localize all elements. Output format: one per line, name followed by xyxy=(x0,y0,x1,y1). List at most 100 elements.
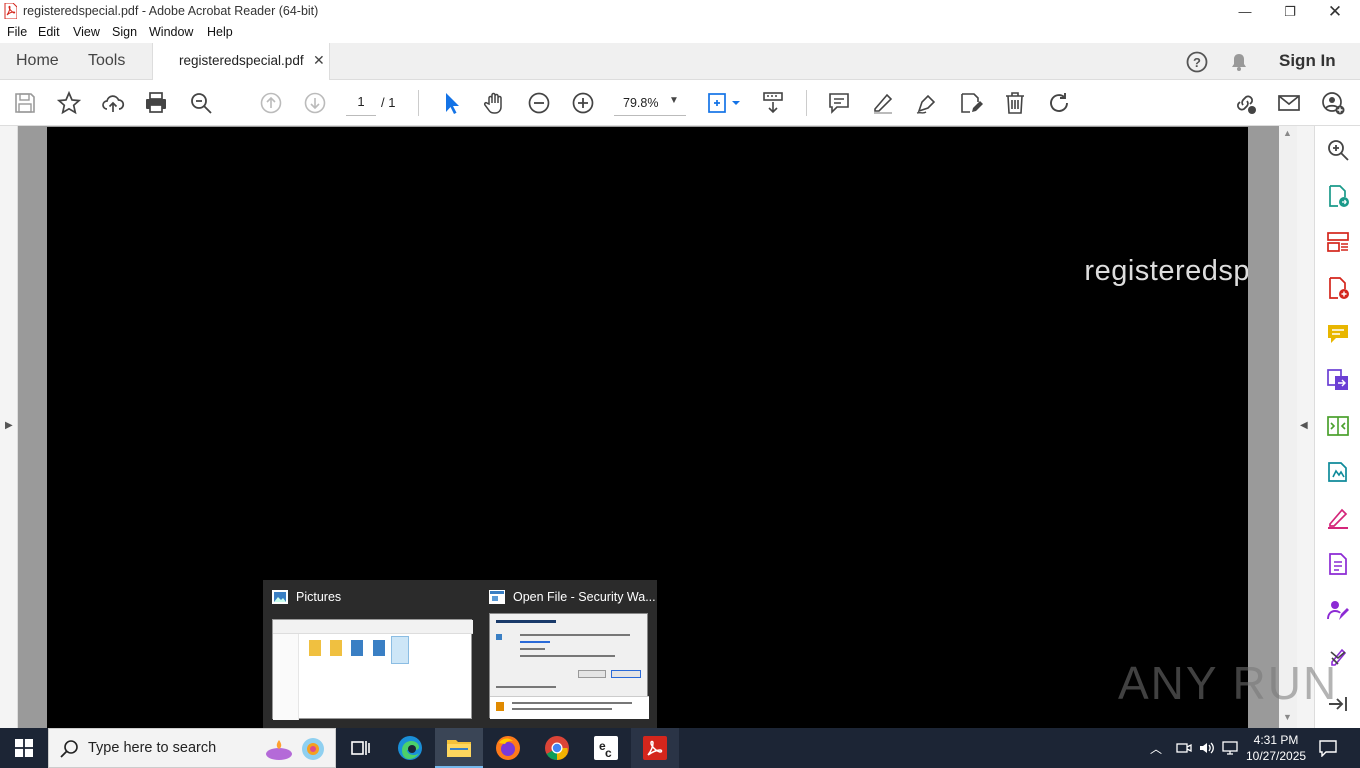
organize-pages-icon[interactable] xyxy=(1326,230,1350,254)
fill-sign-icon[interactable] xyxy=(1326,506,1350,530)
network-icon[interactable] xyxy=(1222,740,1240,756)
scroll-down-icon[interactable]: ▼ xyxy=(1283,712,1292,722)
tab-close-icon[interactable]: ✕ xyxy=(313,52,325,69)
tools-pane xyxy=(1314,126,1360,728)
tab-document[interactable]: registeredspecial.pdf ✕ xyxy=(152,43,330,80)
tab-home[interactable]: Home xyxy=(16,43,59,80)
edit-text-icon[interactable] xyxy=(958,90,984,116)
save-icon[interactable] xyxy=(12,90,38,116)
preview-title-security-warning: Open File - Security Wa... xyxy=(513,590,656,604)
tab-document-label: registeredspecial.pdf xyxy=(179,53,304,68)
expand-left-panel-icon[interactable]: ▶ xyxy=(5,420,13,431)
tab-bar: Home Tools registeredspecial.pdf ✕ ? Sig… xyxy=(0,43,1360,80)
right-panel-toggle[interactable]: ◀ xyxy=(1297,126,1314,728)
file-explorer-icon[interactable] xyxy=(435,728,483,768)
print-icon[interactable] xyxy=(143,90,169,116)
trash-icon[interactable] xyxy=(1002,90,1028,116)
menu-bar: File Edit View Sign Window Help xyxy=(0,23,1360,43)
star-icon[interactable] xyxy=(56,90,82,116)
comment-icon[interactable] xyxy=(826,90,852,116)
highlight-icon[interactable] xyxy=(870,90,896,116)
notifications-icon[interactable] xyxy=(1318,739,1338,758)
toolbar-divider xyxy=(418,90,419,116)
clock-time: 4:31 PM xyxy=(1253,733,1299,747)
compress-icon[interactable] xyxy=(1326,414,1350,438)
protect-pdf-icon[interactable] xyxy=(1326,552,1350,576)
taskbar-search-box[interactable]: Type here to search xyxy=(48,728,336,768)
menu-sign[interactable]: Sign xyxy=(112,25,137,39)
fit-page-icon[interactable] xyxy=(706,90,742,116)
upload-cloud-icon[interactable] xyxy=(100,90,126,116)
maximize-button[interactable]: ❐ xyxy=(1267,0,1313,23)
rotate-icon[interactable] xyxy=(1046,90,1072,116)
add-user-icon[interactable] xyxy=(1320,90,1346,116)
acrobat-icon xyxy=(4,2,18,20)
email-icon[interactable] xyxy=(1276,90,1302,116)
help-icon[interactable]: ? xyxy=(1186,51,1208,73)
comment-tool-icon[interactable] xyxy=(1326,322,1350,346)
search-zoom-icon[interactable] xyxy=(1326,138,1350,162)
search-highlight-image xyxy=(263,735,329,763)
meet-now-icon[interactable] xyxy=(1176,740,1192,756)
export-pdf-icon[interactable] xyxy=(1326,184,1350,208)
toolbar: 1 / 1 79.8% ▼ xyxy=(0,80,1360,126)
scroll-up-icon[interactable]: ▲ xyxy=(1283,128,1292,138)
search-placeholder: Type here to search xyxy=(88,740,217,756)
zoom-level-select[interactable]: 79.8% ▼ xyxy=(614,92,686,116)
app-ec-icon[interactable]: ec xyxy=(582,728,630,768)
zoom-search-icon[interactable] xyxy=(188,90,214,116)
edge-browser-icon[interactable] xyxy=(386,728,434,768)
page-total: / 1 xyxy=(381,95,396,110)
system-clock[interactable]: 4:31 PM 10/27/2025 xyxy=(1246,732,1306,764)
left-nav-collapsed[interactable]: ▶ xyxy=(0,126,18,728)
pictures-thumbnail[interactable] xyxy=(272,619,473,720)
windows-taskbar: Type here to search ec ︿ 4:31 PM 10/27/2… xyxy=(0,728,1360,768)
page-number-input[interactable]: 1 xyxy=(346,92,376,116)
draw-pen-icon[interactable] xyxy=(914,90,940,116)
combine-files-icon[interactable] xyxy=(1326,368,1350,392)
taskbar-preview-popup: Pictures Open File - Security Wa... xyxy=(263,580,657,728)
firefox-icon[interactable] xyxy=(484,728,532,768)
show-hidden-icons[interactable]: ︿ xyxy=(1150,740,1166,756)
windows-start-icon[interactable] xyxy=(0,728,48,768)
create-pdf-icon[interactable] xyxy=(1326,276,1350,300)
acrobat-taskbar-icon[interactable] xyxy=(631,728,679,768)
pictures-folder-icon xyxy=(272,590,288,604)
menu-view[interactable]: View xyxy=(73,25,100,39)
sign-in-link[interactable]: Sign In xyxy=(1279,51,1336,71)
next-page-icon[interactable] xyxy=(302,90,328,116)
vertical-scrollbar[interactable]: ▲ ▼ xyxy=(1279,126,1297,728)
svg-text:?: ? xyxy=(1193,55,1201,70)
menu-help[interactable]: Help xyxy=(207,25,233,39)
chevron-down-icon: ▼ xyxy=(669,95,679,106)
menu-file[interactable]: File xyxy=(7,25,27,39)
minimize-button[interactable]: — xyxy=(1222,0,1268,23)
volume-icon[interactable] xyxy=(1198,740,1216,756)
request-signatures-icon[interactable] xyxy=(1326,598,1350,622)
previous-page-icon[interactable] xyxy=(258,90,284,116)
clock-date: 10/27/2025 xyxy=(1246,749,1307,763)
task-view-icon[interactable] xyxy=(336,728,384,768)
watermark-logo: ANY RUN xyxy=(1118,657,1339,709)
hand-tool-icon[interactable] xyxy=(482,90,508,116)
window-title: registeredspecial.pdf - Adobe Acrobat Re… xyxy=(23,4,319,18)
toolbar-divider xyxy=(806,90,807,116)
select-cursor-icon[interactable] xyxy=(438,90,464,116)
svg-text:c: c xyxy=(605,746,612,760)
close-window-button[interactable]: ✕ xyxy=(1312,0,1358,23)
menu-window[interactable]: Window xyxy=(149,25,193,39)
tab-tools[interactable]: Tools xyxy=(88,43,125,80)
collapse-right-panel-icon[interactable]: ◀ xyxy=(1300,420,1308,431)
scroll-mode-icon[interactable] xyxy=(760,90,786,116)
chrome-icon[interactable] xyxy=(533,728,581,768)
menu-edit[interactable]: Edit xyxy=(38,25,60,39)
bell-icon[interactable] xyxy=(1229,52,1249,72)
zoom-level-value: 79.8% xyxy=(623,96,659,110)
preview-title-pictures: Pictures xyxy=(296,590,342,604)
security-warning-thumbnail[interactable] xyxy=(489,613,649,719)
zoom-out-icon[interactable] xyxy=(526,90,552,116)
zoom-in-icon[interactable] xyxy=(570,90,596,116)
security-warning-window-icon xyxy=(489,590,505,604)
edit-pdf-icon[interactable] xyxy=(1326,460,1350,484)
share-link-icon[interactable] xyxy=(1232,90,1258,116)
